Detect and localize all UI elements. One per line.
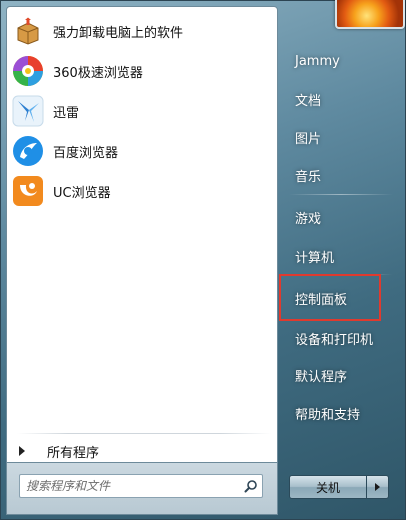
- program-label: 迅雷: [53, 105, 80, 121]
- start-menu: 强力卸载电脑上的软件 360极速浏览器 迅雷 百度浏览器 UC浏览器 所有程序 …: [0, 0, 406, 520]
- baidu-browser-icon: [11, 134, 45, 168]
- right-item-documents[interactable]: 文档: [285, 82, 399, 116]
- highlight-box: [279, 274, 381, 321]
- shutdown-group: 关机: [289, 475, 389, 499]
- right-item-label: 图片: [295, 131, 322, 147]
- right-item-label: 帮助和支持: [295, 407, 361, 423]
- search-input[interactable]: [20, 476, 240, 496]
- right-item-default-programs[interactable]: 默认程序: [285, 358, 399, 392]
- program-item-baidu-browser[interactable]: 百度浏览器: [11, 133, 273, 169]
- right-item-games[interactable]: 游戏: [285, 200, 399, 234]
- triangle-right-icon: [19, 446, 25, 456]
- search-area: [6, 463, 278, 515]
- divider: [289, 194, 393, 195]
- right-item-label: 音乐: [295, 169, 322, 185]
- program-label: 360极速浏览器: [53, 65, 143, 81]
- triangle-right-icon: [375, 483, 380, 491]
- uninstall-box-icon: [11, 14, 45, 48]
- program-label: UC浏览器: [53, 185, 111, 201]
- program-item-360-browser[interactable]: 360极速浏览器: [11, 53, 273, 89]
- divider: [17, 433, 271, 434]
- right-item-computer[interactable]: 计算机: [285, 239, 399, 273]
- right-item-label: 计算机: [295, 250, 335, 266]
- program-label: 强力卸载电脑上的软件: [53, 25, 184, 41]
- 360-browser-icon: [11, 54, 45, 88]
- programs-pane: 强力卸载电脑上的软件 360极速浏览器 迅雷 百度浏览器 UC浏览器 所有程序: [6, 6, 278, 463]
- right-item-label: 游戏: [295, 211, 322, 227]
- search-box[interactable]: [19, 474, 263, 498]
- xunlei-bird-icon: [11, 94, 45, 128]
- program-label: 百度浏览器: [53, 145, 119, 161]
- uc-browser-icon: [11, 174, 45, 208]
- right-item-label: 文档: [295, 93, 322, 109]
- shutdown-label: 关机: [315, 480, 340, 495]
- right-item-pictures[interactable]: 图片: [285, 120, 399, 154]
- shutdown-button[interactable]: 关机: [289, 475, 367, 499]
- shutdown-options-button[interactable]: [367, 475, 389, 499]
- right-item-label: 默认程序: [295, 369, 348, 385]
- program-item-xunlei[interactable]: 迅雷: [11, 93, 273, 129]
- all-programs-label: 所有程序: [47, 445, 100, 461]
- program-item-uninstaller[interactable]: 强力卸载电脑上的软件: [11, 13, 273, 49]
- magnifier-icon[interactable]: [240, 475, 262, 497]
- user-picture[interactable]: [335, 0, 405, 29]
- all-programs-button[interactable]: 所有程序: [15, 440, 273, 462]
- right-item-user[interactable]: Jammy: [285, 44, 399, 78]
- right-item-help-support[interactable]: 帮助和支持: [285, 396, 399, 430]
- right-item-music[interactable]: 音乐: [285, 158, 399, 192]
- program-item-uc-browser[interactable]: UC浏览器: [11, 173, 273, 209]
- right-item-label: Jammy: [295, 53, 340, 69]
- right-item-label: 设备和打印机: [295, 332, 374, 348]
- right-item-devices-printers[interactable]: 设备和打印机: [285, 321, 399, 355]
